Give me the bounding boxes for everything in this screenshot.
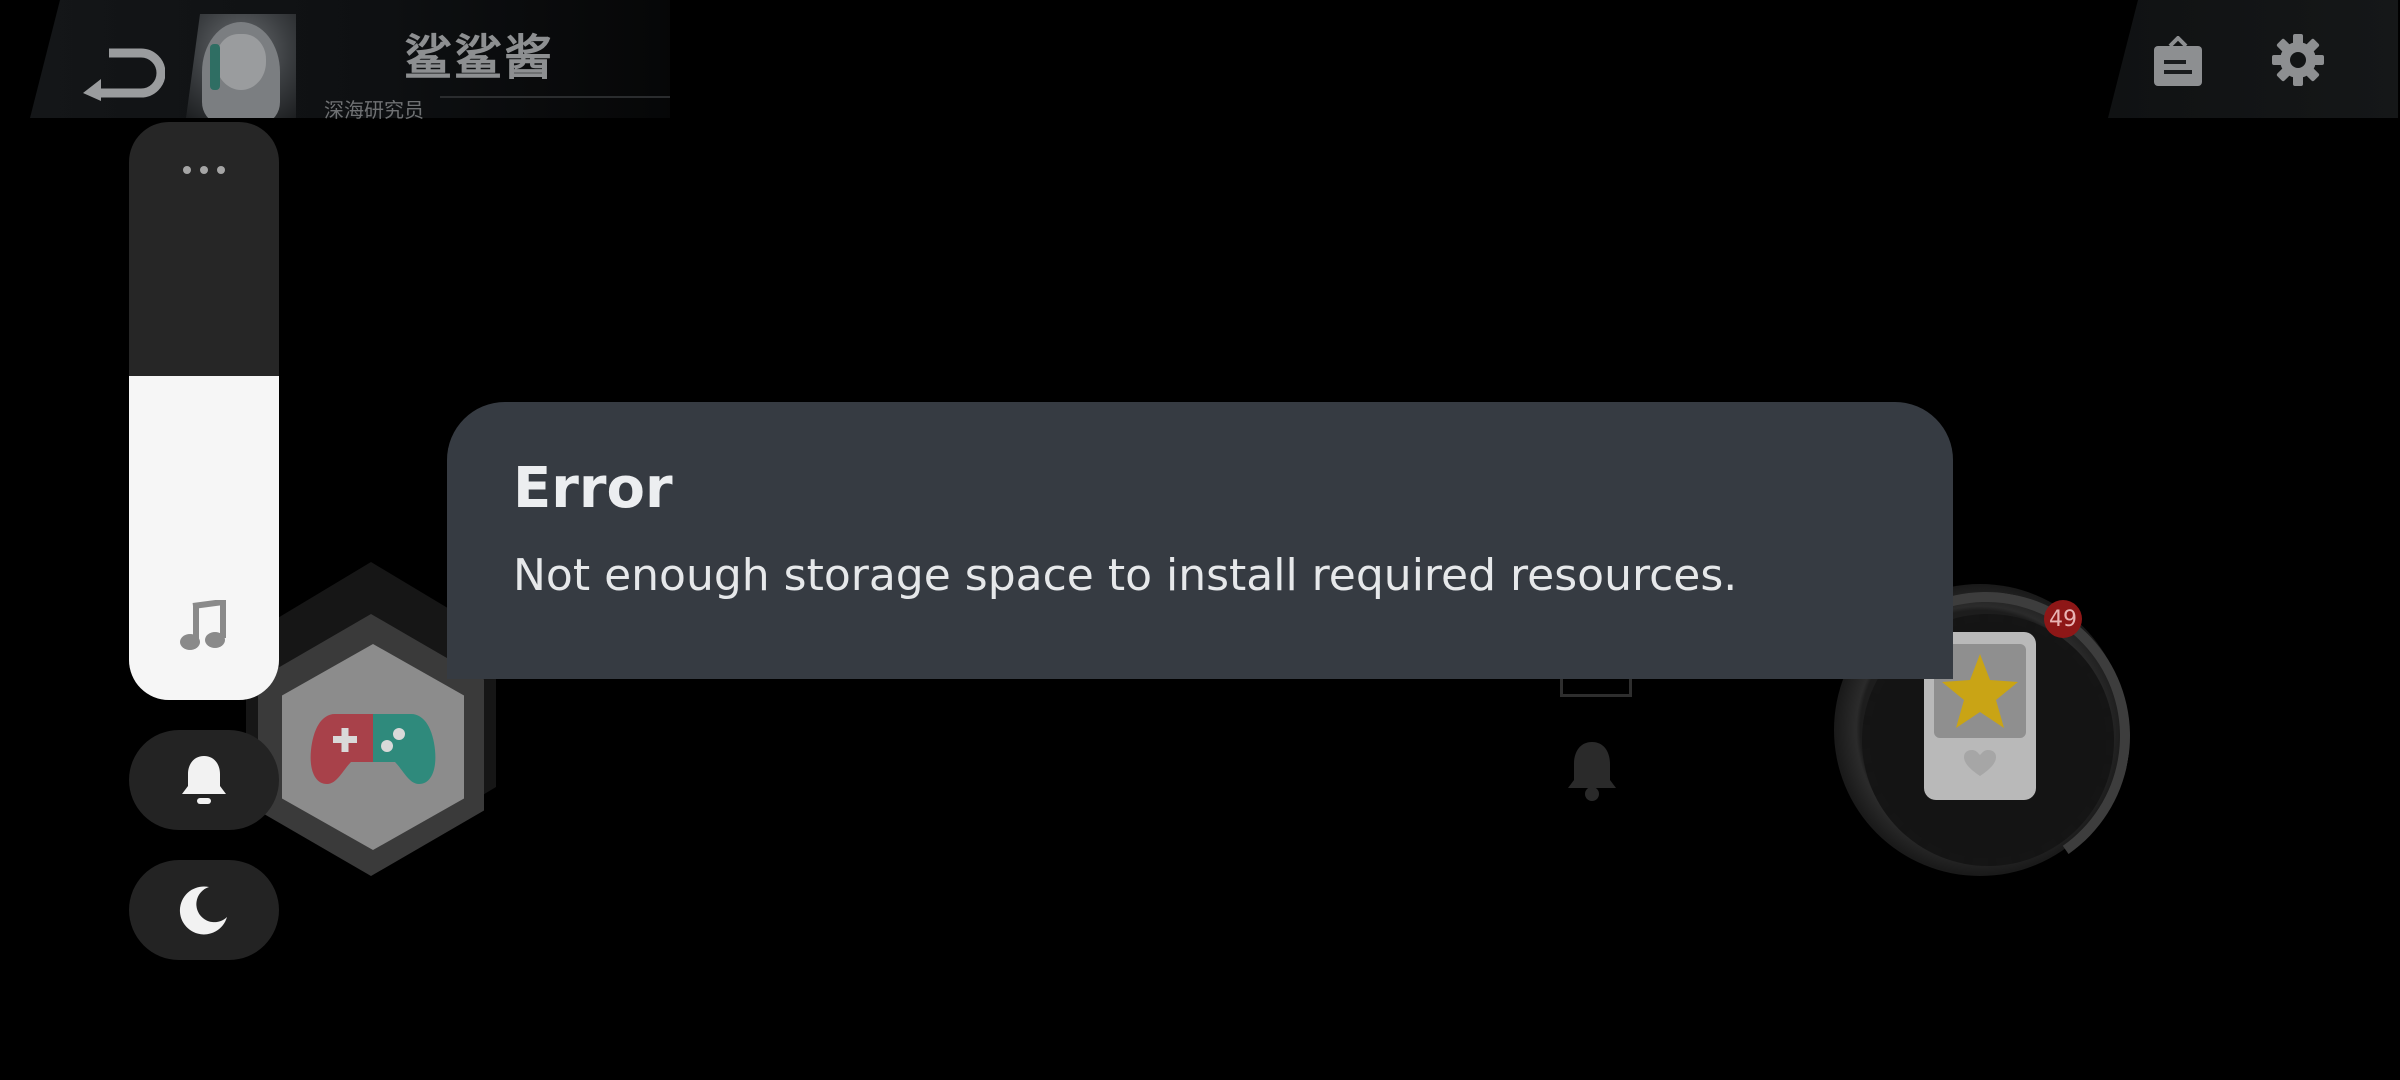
settings-button[interactable] xyxy=(2266,28,2330,92)
moon-icon xyxy=(179,886,227,935)
heart-icon xyxy=(1964,750,1996,776)
do-not-disturb-button[interactable] xyxy=(129,860,279,960)
back-button[interactable] xyxy=(72,38,172,108)
dim-bell-icon xyxy=(1564,738,1620,802)
gamepad-icon xyxy=(310,714,436,784)
notification-button[interactable] xyxy=(129,730,279,830)
player-name: 鲨鲨酱 xyxy=(404,30,555,86)
notification-badge: 49 xyxy=(2044,600,2082,638)
dim-bracket xyxy=(1560,676,1632,697)
avatar[interactable] xyxy=(186,14,296,118)
player-title: 深海研究员 xyxy=(324,98,424,122)
music-note-icon xyxy=(180,600,226,650)
volume-slider[interactable] xyxy=(129,122,279,700)
dialog-title: Error xyxy=(513,456,673,521)
back-arrow-icon xyxy=(83,48,165,101)
bell-icon xyxy=(182,756,226,804)
name-divider xyxy=(440,96,670,98)
more-dots-icon[interactable] xyxy=(183,166,225,176)
dialog-message: Not enough storage space to install requ… xyxy=(513,550,1738,601)
mail-button[interactable] xyxy=(2146,30,2210,94)
error-dialog[interactable]: Error Not enough storage space to instal… xyxy=(447,402,1953,679)
gear-icon xyxy=(2272,34,2324,86)
mail-icon xyxy=(2154,36,2202,86)
